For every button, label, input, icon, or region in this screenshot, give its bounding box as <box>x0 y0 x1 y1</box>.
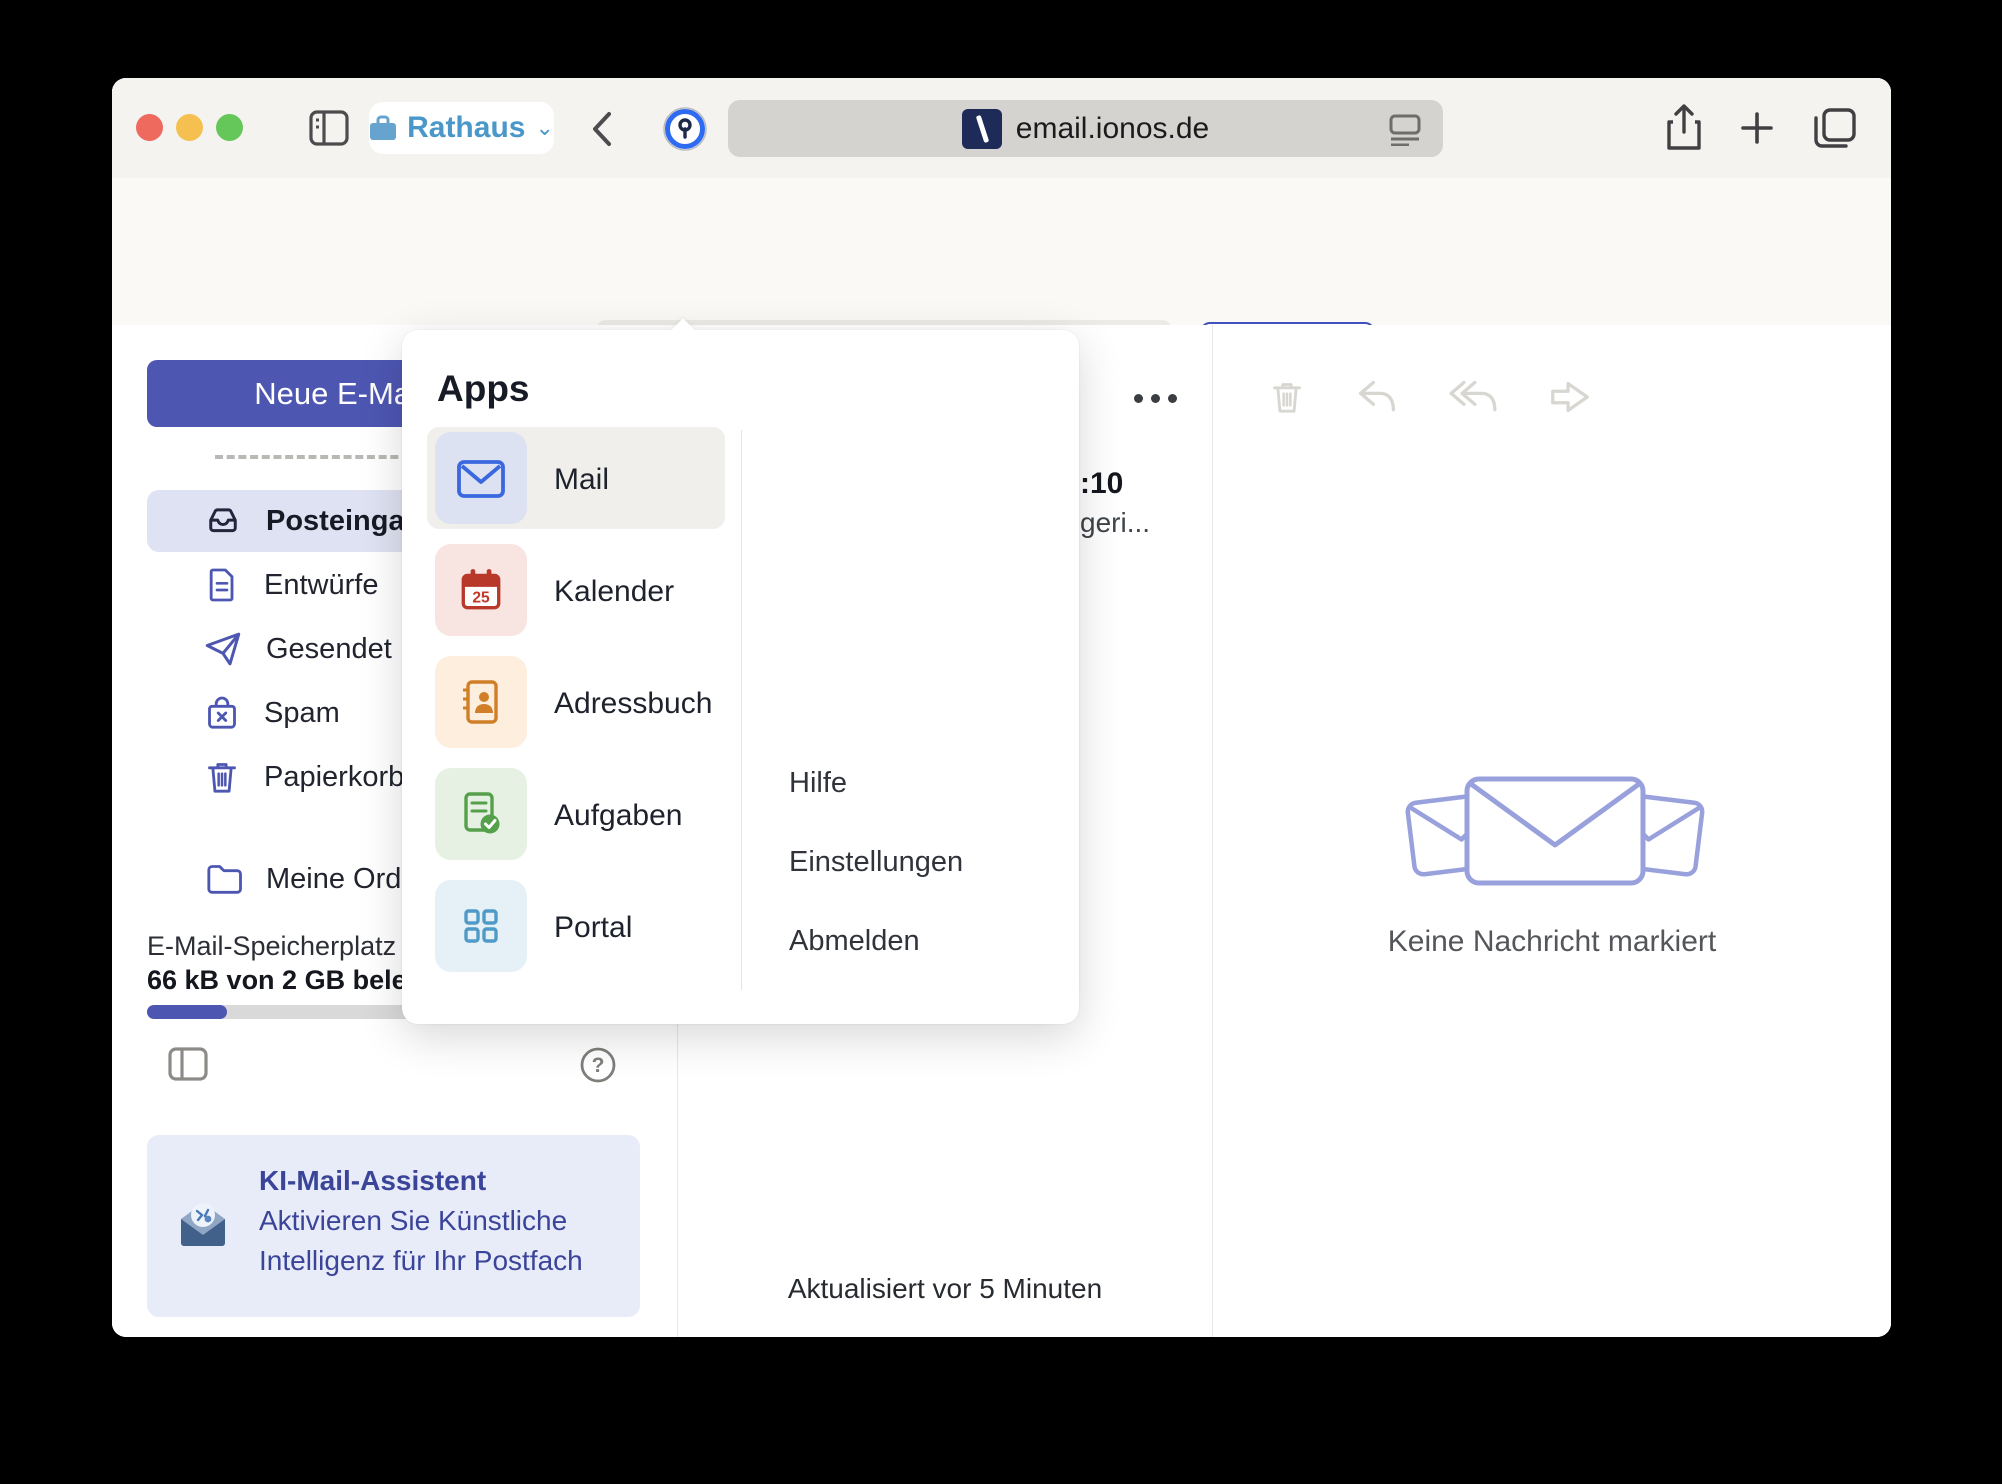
mail-app-icon <box>455 456 507 500</box>
spam-icon <box>202 692 242 734</box>
sidebar-item-label: Gesendet <box>266 633 392 666</box>
app-portal-label[interactable]: Portal <box>554 911 754 945</box>
menu-item-abmelden[interactable]: Abmelden <box>789 925 920 958</box>
new-tab-icon[interactable] <box>1740 111 1774 145</box>
close-window-button[interactable] <box>136 114 163 141</box>
chevron-down-icon: ⌄ <box>535 115 553 141</box>
ki-assistant-icon <box>175 1197 231 1249</box>
message-subject-fragment: geri... <box>1080 507 1150 539</box>
folder-icon <box>202 859 244 899</box>
browser-toolbar: Rathaus ⌄ <box>112 78 1891 179</box>
popover-divider <box>741 430 742 990</box>
apps-title: Apps <box>437 368 530 410</box>
ki-banner-title: KI-Mail-Assistent <box>259 1165 486 1197</box>
content-area: Neue E-Mail Posteingang Entwürfe <box>112 325 1891 1337</box>
app-kalender-label[interactable]: Kalender <box>554 575 754 609</box>
reply-all-icon[interactable] <box>1447 377 1499 417</box>
apps-popover: Apps Mail <box>402 330 1079 1024</box>
storage-progress-fill <box>147 1005 227 1019</box>
tab-overview-icon[interactable] <box>1812 106 1858 150</box>
app-mail-button[interactable] <box>435 432 527 524</box>
back-button[interactable] <box>590 110 614 148</box>
ki-banner-line2: Intelligenz für Ihr Postfach <box>259 1245 583 1277</box>
app-portal-button[interactable] <box>435 880 527 972</box>
ki-banner-line1: Aktivieren Sie Künstliche <box>259 1205 567 1237</box>
delete-message-icon[interactable] <box>1267 375 1307 419</box>
sidebar-item-label: Papierkorb <box>264 761 404 794</box>
app-adressbuch-button[interactable] <box>435 656 527 748</box>
tab-group-label: Rathaus <box>407 111 525 145</box>
storage-usage: 66 kB von 2 GB belegt <box>147 965 432 996</box>
list-more-button[interactable] <box>1134 387 1190 409</box>
app-aufgaben-label[interactable]: Aufgaben <box>554 799 754 833</box>
favorites-drop-area <box>215 455 410 459</box>
tasks-app-icon <box>456 789 506 839</box>
sidebar-item-label: Spam <box>264 697 340 730</box>
send-icon <box>202 628 244 670</box>
tab-group-button[interactable]: Rathaus ⌄ <box>369 102 554 154</box>
menu-item-einstellungen[interactable]: Einstellungen <box>789 846 963 879</box>
svg-text:25: 25 <box>472 590 490 607</box>
help-circle-icon: ? <box>578 1045 618 1085</box>
addressbook-app-icon <box>457 677 505 727</box>
sidebar-item-label: Entwürfe <box>264 569 378 602</box>
message-time-fragment: :10 <box>1080 467 1123 501</box>
zoom-window-button[interactable] <box>216 114 243 141</box>
list-updated-status: Aktualisiert vor 5 Minuten <box>745 1273 1145 1305</box>
onepassword-icon[interactable] <box>662 106 708 152</box>
menu-item-hilfe[interactable]: Hilfe <box>789 767 847 800</box>
ki-mail-assistant-banner[interactable]: KI-Mail-Assistent Aktivieren Sie Künstli… <box>147 1135 640 1317</box>
webmail-header: IONOS <box>112 178 1891 326</box>
draft-icon <box>202 564 242 606</box>
app-mail-label[interactable]: Mail <box>554 463 754 497</box>
share-icon[interactable] <box>1665 104 1703 152</box>
trash-icon <box>202 756 242 798</box>
browser-window: Rathaus ⌄ <box>112 78 1891 1337</box>
briefcase-icon <box>369 115 397 141</box>
collapse-sidebar-icon <box>168 1047 208 1081</box>
minimize-window-button[interactable] <box>176 114 203 141</box>
forward-icon[interactable] <box>1547 377 1593 417</box>
sidebar-toggle-icon[interactable] <box>309 109 349 147</box>
reader-mode-icon[interactable] <box>1387 114 1423 146</box>
app-adressbuch-label[interactable]: Adressbuch <box>554 687 754 721</box>
sidebar-help-button[interactable]: ? <box>578 1045 618 1085</box>
address-bar[interactable]: email.ionos.de <box>728 100 1443 157</box>
portal-app-icon <box>457 902 505 950</box>
reply-icon[interactable] <box>1355 377 1399 417</box>
app-kalender-button[interactable]: 25 <box>435 544 527 636</box>
collapse-sidebar-button[interactable] <box>168 1047 208 1081</box>
site-favicon <box>962 109 1002 149</box>
screenshot-stage: Rathaus ⌄ <box>0 0 2002 1484</box>
empty-state-caption: Keine Nachricht markiert <box>1352 925 1752 959</box>
reading-toolbar <box>1267 375 1593 419</box>
inbox-icon <box>202 500 244 542</box>
empty-state-illustration <box>1405 775 1705 887</box>
url-text: email.ionos.de <box>1016 112 1209 146</box>
app-aufgaben-button[interactable] <box>435 768 527 860</box>
calendar-app-icon: 25 <box>456 565 506 615</box>
svg-text:?: ? <box>592 1054 605 1077</box>
storage-title: E-Mail-Speicherplatz <box>147 931 396 962</box>
